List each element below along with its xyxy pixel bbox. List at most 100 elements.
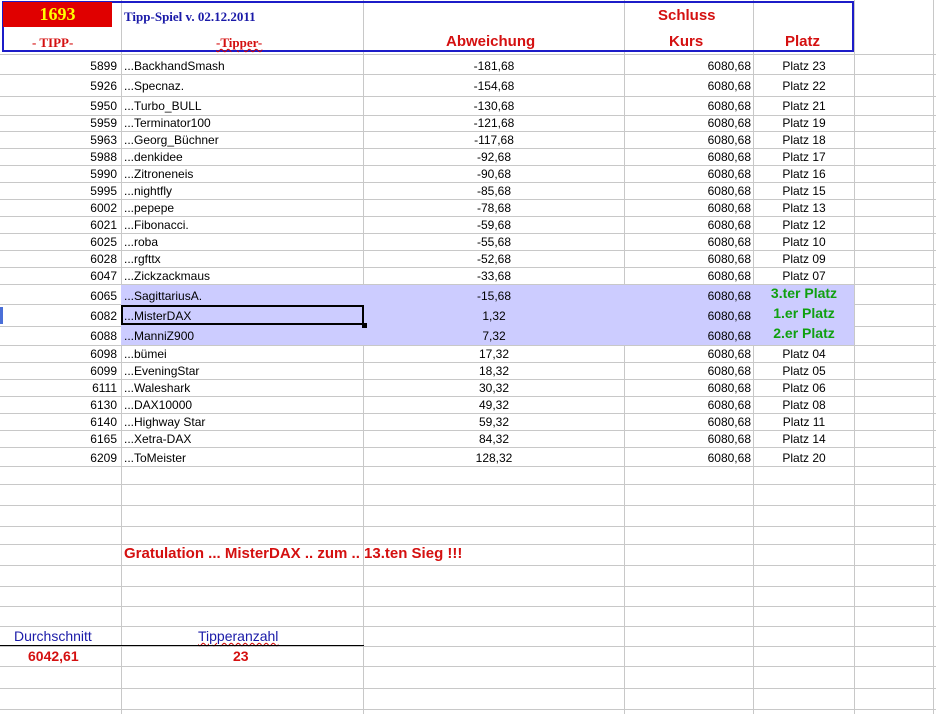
kurs-cell[interactable]: 6080,68 <box>626 251 751 268</box>
platz-cell[interactable]: Platz 10 <box>754 234 854 251</box>
abweichung-cell[interactable]: -181,68 <box>364 58 624 75</box>
abweichung-cell[interactable]: 59,32 <box>364 414 624 431</box>
tipper-cell[interactable]: ...SagittariusA. <box>124 288 360 305</box>
tipp-cell[interactable]: 6082 <box>0 308 117 325</box>
tipp-cell[interactable]: 5950 <box>0 98 117 115</box>
tipper-cell[interactable]: ...Zickzackmaus <box>124 268 360 285</box>
abweichung-cell[interactable]: -52,68 <box>364 251 624 268</box>
abweichung-cell[interactable]: -117,68 <box>364 132 624 149</box>
platz-cell[interactable]: Platz 05 <box>754 363 854 380</box>
platz-cell[interactable]: Platz 23 <box>754 58 854 75</box>
platz-cell[interactable]: Platz 09 <box>754 251 854 268</box>
tipp-cell[interactable]: 5959 <box>0 115 117 132</box>
platz-cell[interactable]: 3.ter Platz <box>754 285 854 302</box>
tipp-cell[interactable]: 6111 <box>0 380 117 397</box>
tipper-cell[interactable]: ...roba <box>124 234 360 251</box>
tipper-cell[interactable]: ...denkidee <box>124 149 360 166</box>
tipp-cell[interactable]: 5926 <box>0 78 117 95</box>
kurs-cell[interactable]: 6080,68 <box>626 397 751 414</box>
kurs-cell[interactable]: 6080,68 <box>626 414 751 431</box>
tipper-cell[interactable]: ...rgfttx <box>124 251 360 268</box>
abweichung-cell[interactable]: 1,32 <box>364 308 624 325</box>
kurs-cell[interactable]: 6080,68 <box>626 115 751 132</box>
tipp-cell[interactable]: 6165 <box>0 431 117 448</box>
fill-handle[interactable] <box>362 323 367 328</box>
kurs-cell[interactable]: 6080,68 <box>626 346 751 363</box>
tipp-cell[interactable]: 5963 <box>0 132 117 149</box>
tipp-cell[interactable]: 6140 <box>0 414 117 431</box>
tipper-cell[interactable]: ...BackhandSmash <box>124 58 360 75</box>
abweichung-cell[interactable]: 17,32 <box>364 346 624 363</box>
tipper-cell[interactable]: ...Terminator100 <box>124 115 360 132</box>
platz-cell[interactable]: Platz 13 <box>754 200 854 217</box>
abweichung-cell[interactable]: -85,68 <box>364 183 624 200</box>
tipp-cell[interactable]: 6002 <box>0 200 117 217</box>
tipp-cell[interactable]: 6088 <box>0 328 117 345</box>
tipper-cell[interactable]: ...Waleshark <box>124 380 360 397</box>
abweichung-cell[interactable]: 7,32 <box>364 328 624 345</box>
kurs-cell[interactable]: 6080,68 <box>626 78 751 95</box>
platz-cell[interactable]: Platz 21 <box>754 98 854 115</box>
platz-cell[interactable]: Platz 18 <box>754 132 854 149</box>
tipp-cell[interactable]: 6098 <box>0 346 117 363</box>
kurs-cell[interactable]: 6080,68 <box>626 431 751 448</box>
tipper-cell[interactable]: ...Highway Star <box>124 414 360 431</box>
tipp-cell[interactable]: 6025 <box>0 234 117 251</box>
tipp-cell[interactable]: 6209 <box>0 450 117 467</box>
tipp-cell[interactable]: 5995 <box>0 183 117 200</box>
tipp-cell[interactable]: 6028 <box>0 251 117 268</box>
tipper-cell[interactable]: ...Georg_Büchner <box>124 132 360 149</box>
kurs-cell[interactable]: 6080,68 <box>626 328 751 345</box>
tipp-cell[interactable]: 5990 <box>0 166 117 183</box>
kurs-cell[interactable]: 6080,68 <box>626 149 751 166</box>
platz-cell[interactable]: Platz 20 <box>754 450 854 467</box>
platz-cell[interactable]: Platz 14 <box>754 431 854 448</box>
tipp-cell[interactable]: 6130 <box>0 397 117 414</box>
tipper-cell[interactable]: ...Xetra-DAX <box>124 431 360 448</box>
tipper-cell[interactable]: ...Specnaz. <box>124 78 360 95</box>
platz-cell[interactable]: Platz 06 <box>754 380 854 397</box>
kurs-cell[interactable]: 6080,68 <box>626 58 751 75</box>
kurs-cell[interactable]: 6080,68 <box>626 200 751 217</box>
tipper-cell[interactable]: ...bümei <box>124 346 360 363</box>
tipper-cell[interactable]: ...Zitroneneis <box>124 166 360 183</box>
platz-cell[interactable]: Platz 12 <box>754 217 854 234</box>
selected-cell[interactable] <box>121 305 364 325</box>
tipper-cell[interactable]: ...ToMeister <box>124 450 360 467</box>
platz-cell[interactable]: Platz 15 <box>754 183 854 200</box>
tipp-cell[interactable]: 5899 <box>0 58 117 75</box>
platz-cell[interactable]: Platz 11 <box>754 414 854 431</box>
kurs-cell[interactable]: 6080,68 <box>626 363 751 380</box>
kurs-cell[interactable]: 6080,68 <box>626 98 751 115</box>
platz-cell[interactable]: Platz 17 <box>754 149 854 166</box>
abweichung-cell[interactable]: -121,68 <box>364 115 624 132</box>
tipper-cell[interactable]: ...Turbo_BULL <box>124 98 360 115</box>
platz-cell[interactable]: Platz 16 <box>754 166 854 183</box>
abweichung-cell[interactable]: -59,68 <box>364 217 624 234</box>
kurs-cell[interactable]: 6080,68 <box>626 132 751 149</box>
kurs-cell[interactable]: 6080,68 <box>626 268 751 285</box>
abweichung-cell[interactable]: 18,32 <box>364 363 624 380</box>
kurs-cell[interactable]: 6080,68 <box>626 234 751 251</box>
abweichung-cell[interactable]: 128,32 <box>364 450 624 467</box>
kurs-cell[interactable]: 6080,68 <box>626 217 751 234</box>
tipp-cell[interactable]: 6047 <box>0 268 117 285</box>
tipper-cell[interactable]: ...EveningStar <box>124 363 360 380</box>
tipper-cell[interactable]: ...ManniZ900 <box>124 328 360 345</box>
abweichung-cell[interactable]: -33,68 <box>364 268 624 285</box>
abweichung-cell[interactable]: -15,68 <box>364 288 624 305</box>
tipper-cell[interactable]: ...pepepe <box>124 200 360 217</box>
tipper-cell[interactable]: ...Fibonacci. <box>124 217 360 234</box>
platz-cell[interactable]: 2.er Platz <box>754 325 854 342</box>
platz-cell[interactable]: Platz 22 <box>754 78 854 95</box>
tipp-cell[interactable]: 6021 <box>0 217 117 234</box>
platz-cell[interactable]: Platz 08 <box>754 397 854 414</box>
abweichung-cell[interactable]: 84,32 <box>364 431 624 448</box>
abweichung-cell[interactable]: -90,68 <box>364 166 624 183</box>
abweichung-cell[interactable]: 30,32 <box>364 380 624 397</box>
abweichung-cell[interactable]: -55,68 <box>364 234 624 251</box>
abweichung-cell[interactable]: -130,68 <box>364 98 624 115</box>
kurs-cell[interactable]: 6080,68 <box>626 166 751 183</box>
tipper-cell[interactable]: ...DAX10000 <box>124 397 360 414</box>
platz-cell[interactable]: Platz 04 <box>754 346 854 363</box>
